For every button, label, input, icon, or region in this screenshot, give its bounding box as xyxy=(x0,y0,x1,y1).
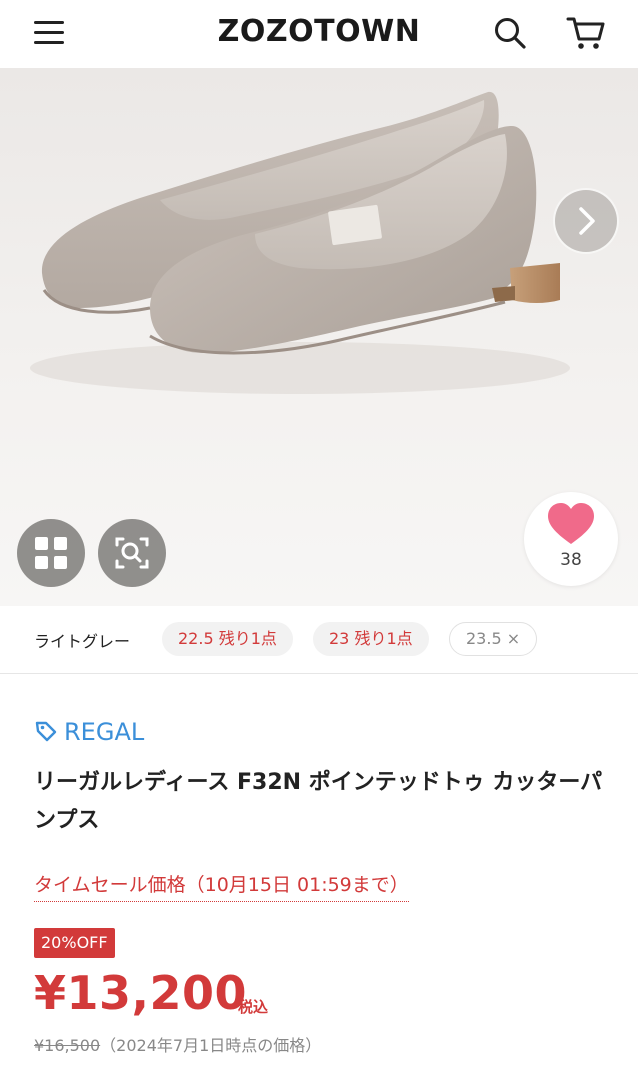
tax-label: 税込 xyxy=(238,998,269,1016)
app-header: ZOZOTOWN xyxy=(0,0,638,68)
tag-icon xyxy=(35,721,57,742)
time-sale-label[interactable]: タイムセール価格（10月15日 01:59まで） xyxy=(34,870,409,902)
variant-selector: ライトグレー 22.5 残り1点 23 残り1点 23.5 × xyxy=(0,606,638,674)
original-price-note: （2024年7月1日時点の価格） xyxy=(100,1036,322,1055)
brand-link[interactable]: REGAL xyxy=(34,718,144,748)
original-price-row: ¥16,500（2024年7月1日時点の価格） xyxy=(34,1032,321,1056)
size-chip[interactable]: 23 残り1点 xyxy=(313,622,429,656)
cart-icon[interactable] xyxy=(566,14,605,52)
image-search-icon xyxy=(115,537,149,569)
site-logo[interactable]: ZOZOTOWN xyxy=(0,14,638,49)
grid-view-button[interactable] xyxy=(17,519,85,587)
original-price: ¥16,500 xyxy=(34,1036,101,1055)
product-title: リーガルレディース F32N ポインテッドトゥ カッターパンプス xyxy=(34,770,603,833)
next-image-button[interactable] xyxy=(553,188,619,254)
favorite-button[interactable]: 38 xyxy=(524,492,618,586)
search-icon[interactable] xyxy=(491,14,529,52)
grid-icon xyxy=(35,537,67,569)
size-chip-sold-out[interactable]: 23.5 × xyxy=(449,622,538,656)
brand-name: REGAL xyxy=(64,718,145,746)
product-image-gallery[interactable]: 38 xyxy=(0,68,638,606)
favorite-count: 38 xyxy=(560,550,582,570)
heart-icon xyxy=(548,503,594,544)
sale-price: ¥13,200 xyxy=(34,966,248,1020)
image-search-button[interactable] xyxy=(98,519,166,587)
discount-badge: 20%OFF xyxy=(34,928,115,958)
color-name: ライトグレー xyxy=(34,632,131,651)
size-chip[interactable]: 22.5 残り1点 xyxy=(162,622,293,656)
